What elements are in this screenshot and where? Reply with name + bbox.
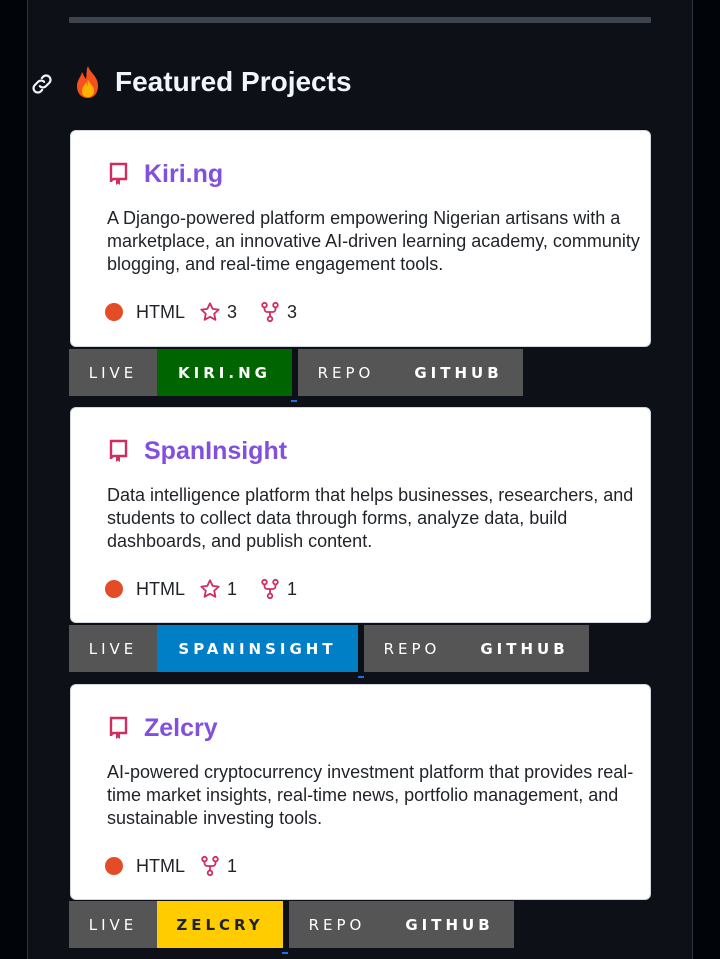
- badge-value: KIRI.NG: [157, 349, 292, 396]
- language-color-dot: [105, 303, 123, 321]
- repo-badge-spaninsight[interactable]: REPO GITHUB: [364, 625, 589, 672]
- live-badge-kiri[interactable]: LIVE KIRI.NG: [69, 349, 292, 396]
- badge-value: SPANINSIGHT: [157, 625, 358, 672]
- project-card-zelcry[interactable]: Zelcry AI-powered cryptocurrency investm…: [70, 684, 651, 900]
- project-meta: HTML 1: [105, 855, 259, 877]
- star-count: 1: [227, 578, 238, 599]
- project-title[interactable]: Zelcry: [144, 713, 218, 743]
- project-title[interactable]: SpanInsight: [144, 436, 287, 466]
- badge-label: LIVE: [69, 901, 157, 948]
- repo-badge-zelcry[interactable]: REPO GITHUB: [289, 901, 514, 948]
- project-title[interactable]: Kiri.ng: [144, 159, 223, 189]
- badge-value: ZELCRY: [157, 901, 283, 948]
- repo-badge-kiri[interactable]: REPO GITHUB: [298, 349, 523, 396]
- link-underline: [282, 952, 288, 954]
- project-meta: HTML 3 3: [105, 301, 319, 323]
- project-meta: HTML 1 1: [105, 578, 319, 600]
- badge-label: REPO: [289, 901, 385, 948]
- project-description: A Django-powered platform empowering Nig…: [107, 208, 640, 274]
- section-title: Featured Projects: [115, 66, 352, 97]
- badge-label: LIVE: [69, 349, 157, 396]
- project-card-spaninsight[interactable]: SpanInsight Data intelligence platform t…: [70, 407, 651, 623]
- repo-icon: [109, 162, 128, 185]
- badge-label: LIVE: [69, 625, 157, 672]
- repo-icon: [109, 716, 128, 739]
- fork-count: 1: [287, 578, 298, 599]
- star-icon: [200, 302, 220, 321]
- language-color-dot: [105, 580, 123, 598]
- live-badge-zelcry[interactable]: LIVE ZELCRY: [69, 901, 283, 948]
- badge-value: GITHUB: [394, 349, 523, 396]
- fire-icon: [72, 64, 104, 100]
- project-card-kiri[interactable]: Kiri.ng A Django-powered platform empowe…: [70, 130, 651, 347]
- badge-label: REPO: [364, 625, 460, 672]
- live-badge-spaninsight[interactable]: LIVE SPANINSIGHT: [69, 625, 358, 672]
- star-count: 3: [227, 301, 238, 322]
- link-icon[interactable]: [28, 70, 56, 98]
- star-icon: [200, 579, 220, 598]
- project-description: Data intelligence platform that helps bu…: [107, 485, 634, 551]
- project-description: AI-powered cryptocurrency investment pla…: [107, 762, 634, 828]
- project-language: HTML: [136, 578, 185, 599]
- fork-icon: [201, 855, 219, 877]
- badge-value: GITHUB: [385, 901, 514, 948]
- fork-count: 3: [287, 301, 298, 322]
- project-language: HTML: [136, 855, 185, 876]
- fork-icon: [261, 301, 279, 323]
- language-color-dot: [105, 857, 123, 875]
- fork-icon: [261, 578, 279, 600]
- badge-value: GITHUB: [460, 625, 589, 672]
- section-divider: [69, 17, 651, 23]
- section-heading: [28, 62, 56, 106]
- link-underline: [291, 400, 297, 402]
- repo-icon: [109, 439, 128, 462]
- project-language: HTML: [136, 301, 185, 322]
- link-underline: [358, 676, 364, 678]
- badge-label: REPO: [298, 349, 394, 396]
- fork-count: 1: [227, 855, 238, 876]
